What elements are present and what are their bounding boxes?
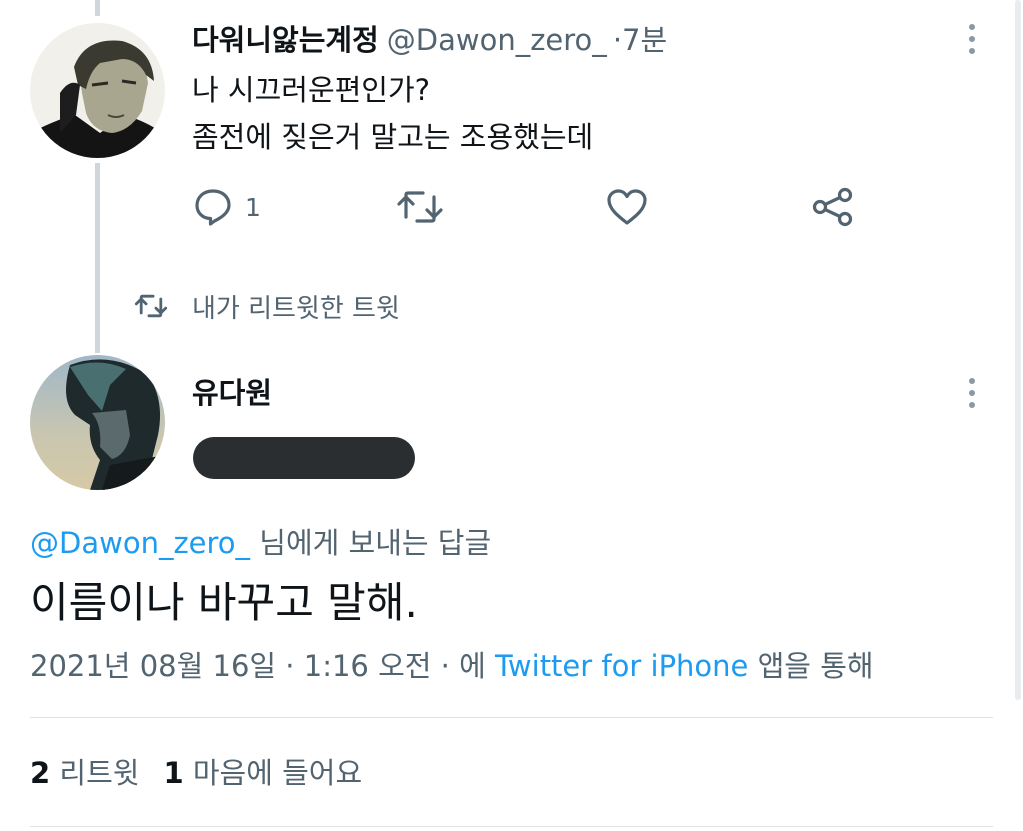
tweet1-more-icon[interactable] <box>968 24 976 58</box>
tweet2-more-icon[interactable] <box>968 378 976 412</box>
avatar-yu-dawon[interactable] <box>30 355 165 490</box>
divider-bottom <box>30 826 993 827</box>
thread-line-bottom <box>95 163 100 353</box>
retweet-context: 내가 리트윗한 트윗 <box>134 286 400 326</box>
thread-line-top <box>95 0 100 16</box>
reply-count: 1 <box>245 192 261 222</box>
tweet2-text: 이름이나 바꾸고 말해. <box>30 578 418 627</box>
tweet2-stats: 2 리트윗 1 마음에 들어요 <box>30 752 362 794</box>
tweet1-text-line-2: 좀전에 짖은거 말고는 조용했는데 <box>192 120 594 154</box>
tweet1-handle[interactable]: @Dawon_zero_ <box>387 23 607 57</box>
retweet-button[interactable] <box>397 186 443 228</box>
replying-to-line: @Dawon_zero_ 님에게 보내는 답글 <box>30 522 491 564</box>
tweet2-source-link[interactable]: Twitter for iPhone <box>495 649 748 683</box>
tweet1-separator: · <box>612 23 623 57</box>
retweets-label: 리트윗 <box>59 756 140 790</box>
tweet1-time[interactable]: 7분 <box>622 23 667 57</box>
share-icon <box>812 187 853 227</box>
retweets-stat[interactable]: 2 리트윗 <box>30 756 139 790</box>
divider-top <box>30 717 993 718</box>
replying-to-handle[interactable]: @Dawon_zero_ <box>30 526 250 560</box>
reply-icon <box>195 189 231 226</box>
tweet2-display-name[interactable]: 유다원 <box>192 373 272 413</box>
like-button[interactable] <box>606 186 648 228</box>
retweets-count: 2 <box>30 756 51 790</box>
share-button[interactable] <box>811 186 855 228</box>
retweet-icon <box>134 294 168 318</box>
scrollbar[interactable] <box>1015 0 1021 700</box>
tweet1-text-line-1: 나 시끄러운편인가? <box>192 73 431 107</box>
likes-stat[interactable]: 1 마음에 들어요 <box>163 756 362 790</box>
likes-count: 1 <box>163 756 184 790</box>
likes-label: 마음에 들어요 <box>192 756 363 790</box>
tweet1-author-line: 다워니앓는계정 @Dawon_zero_ ·7분 <box>192 20 667 60</box>
redacted-handle-bar <box>193 437 415 479</box>
avatar-dawon-zero[interactable] <box>30 23 165 158</box>
reply-button[interactable]: 1 <box>193 186 261 228</box>
tweet1-display-name[interactable]: 다워니앓는계정 <box>192 23 379 57</box>
retweet-icon <box>397 191 443 223</box>
heart-icon <box>607 189 647 225</box>
retweet-context-text: 내가 리트윗한 트윗 <box>192 293 400 324</box>
tweet2-date: 2021년 08월 16일 · 1:16 오전 · 에 <box>30 649 486 683</box>
tweet2-meta: 2021년 08월 16일 · 1:16 오전 · 에 Twitter for … <box>30 645 874 687</box>
tweet2-source-suffix: 앱을 통해 <box>757 649 874 683</box>
replying-to-suffix: 님에게 보내는 답글 <box>259 526 492 560</box>
